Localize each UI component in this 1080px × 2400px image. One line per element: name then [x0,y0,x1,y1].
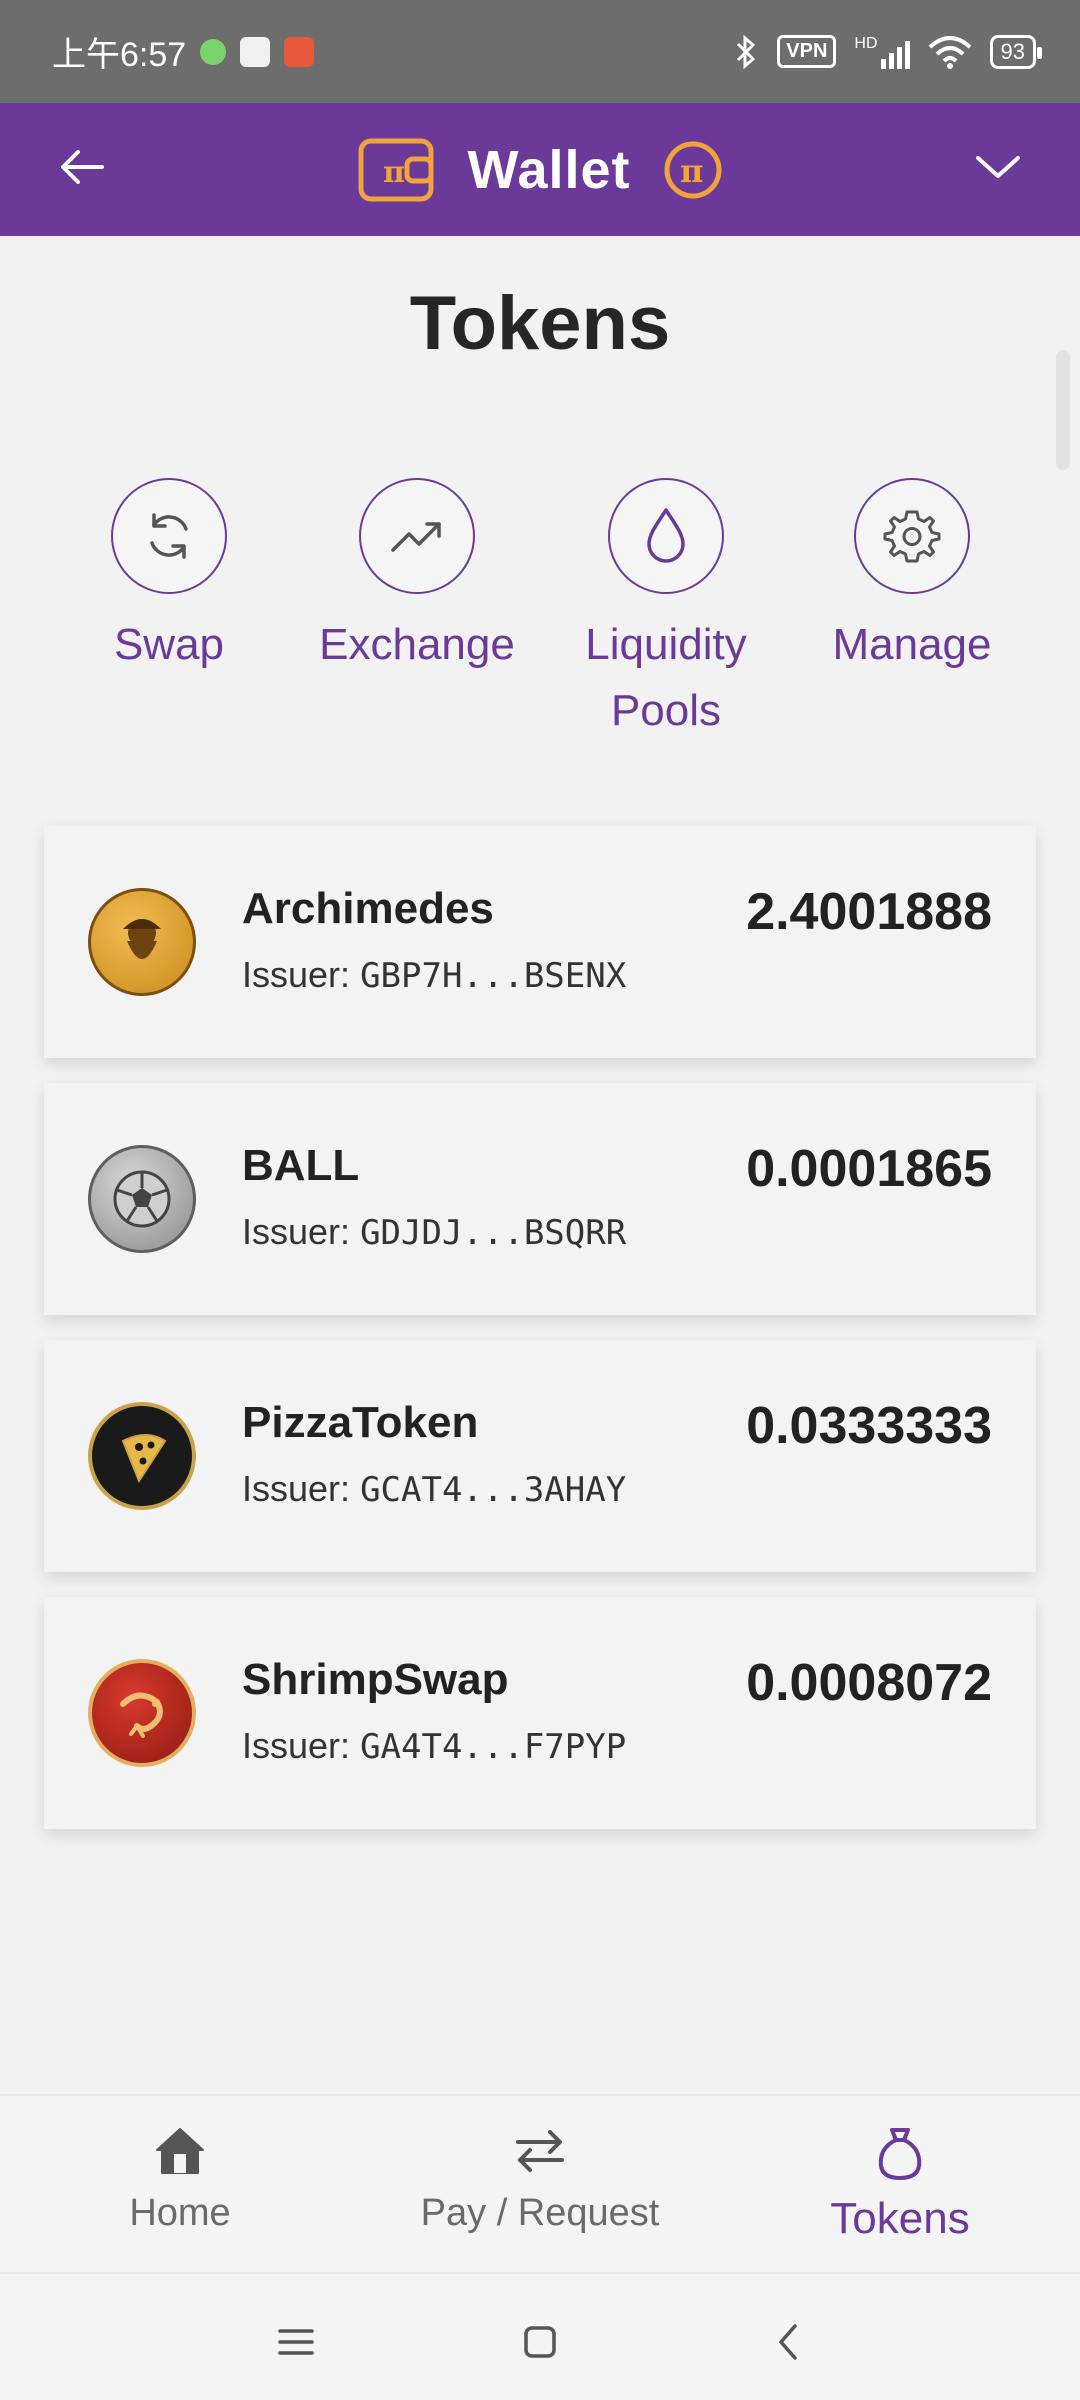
pi-coin-icon: π [664,141,722,198]
chevron-left-icon [779,2324,797,2360]
header-title: Wallet [467,139,631,200]
app-notification-icon-2 [284,36,315,67]
bluetooth-icon [737,34,756,69]
svg-text:π: π [383,155,405,190]
pizzatoken-logo [88,1402,196,1510]
token-balance: 0.0333333 [746,1397,992,1455]
wallet-icon: π [358,138,434,201]
svg-text:π: π [680,152,703,190]
status-left: 上午6:57 [52,27,315,76]
bottom-nav: Home Pay / Request Tokens [0,2094,1080,2272]
arrow-left-icon [61,150,104,184]
pizza-slice-icon [121,1434,167,1484]
token-issuer: Issuer: GA4T4...F7PYP [242,1725,626,1767]
issuer-prefix: Issuer: [242,1211,351,1252]
issuer-address: GBP7H...BSENX [360,956,627,996]
app-notification-icon [240,36,271,67]
token-actions: Swap Exchange Liquidity Pools Manage [0,478,1080,738]
battery-indicator: 93 [989,34,1043,69]
token-balance: 2.4001888 [746,883,992,941]
status-bar: 上午6:57 VPN HD 93 [0,0,1080,103]
manage-action[interactable]: Manage [797,478,1027,678]
soccer-ball-icon [113,1170,171,1228]
token-row-archimedes[interactable]: Archimedes Issuer: GBP7H...BSENX 2.40018… [44,826,1036,1058]
app-header: π Wallet π [0,103,1080,236]
exchange-action[interactable]: Exchange [302,478,532,678]
status-time: 上午6:57 [52,36,187,74]
swap-action[interactable]: Swap [54,478,284,678]
issuer-prefix: Issuer: [242,954,351,995]
liquidity-pools-button[interactable] [608,478,724,594]
chevron-down-icon [976,156,1020,178]
bearded-man-icon [123,919,161,959]
vpn-badge: VPN [777,35,837,68]
token-balance: 0.0008072 [746,1654,992,1712]
token-issuer: Issuer: GCAT4...3AHAY [242,1468,626,1510]
bag-icon [878,2128,922,2180]
token-row-pizzatoken[interactable]: PizzaToken Issuer: GCAT4...3AHAY 0.03333… [44,1340,1036,1572]
gear-icon [883,510,941,563]
nav-pay-request[interactable]: Pay / Request [390,2126,690,2235]
header-menu-button[interactable] [966,135,1030,199]
menu-icon [278,2329,314,2355]
signal-icon: HD [854,34,910,69]
manage-label: Manage [832,620,992,669]
system-menu-button[interactable] [266,2312,326,2372]
scrollbar[interactable] [1056,350,1070,470]
nav-tokens[interactable]: Tokens [750,2126,1050,2244]
swap-label: Swap [113,620,225,669]
wechat-icon [200,38,227,65]
nav-pay-request-label: Pay / Request [420,2192,660,2234]
token-row-shrimpswap[interactable]: ShrimpSwap Issuer: GA4T4...F7PYP 0.00080… [44,1597,1036,1829]
shrimpswap-logo [88,1659,196,1767]
home-icon [156,2128,204,2174]
status-right: VPN HD 93 [733,34,1043,70]
liquidity-pools-action[interactable]: Liquidity Pools [551,478,781,744]
token-issuer: Issuer: GBP7H...BSENX [242,954,626,996]
exchange-label: Exchange [319,620,515,669]
token-row-ball[interactable]: BALL Issuer: GDJDJ...BSQRR 0.0001865 [44,1083,1036,1315]
ball-logo [88,1145,196,1253]
system-home-button[interactable] [510,2312,570,2372]
token-issuer: Issuer: GDJDJ...BSQRR [242,1211,626,1253]
page-title: Tokens [409,281,671,366]
exchange-button[interactable] [359,478,475,594]
system-nav-bar [0,2272,1080,2400]
refresh-icon [150,513,188,559]
nav-tokens-label: Tokens [830,2194,970,2243]
system-back-button[interactable] [758,2312,818,2372]
issuer-prefix: Issuer: [242,1725,351,1766]
token-name: BALL [242,1141,360,1190]
issuer-address: GCAT4...3AHAY [360,1470,627,1510]
nav-home[interactable]: Home [30,2126,330,2235]
shrimp-icon [120,1692,163,1738]
token-balance: 0.0001865 [746,1140,992,1198]
token-name: Archimedes [242,884,494,933]
nav-home-label: Home [129,2192,231,2234]
back-button[interactable] [50,135,114,199]
swap-button[interactable] [111,478,227,594]
hd-label: HD [854,34,878,52]
wifi-icon [928,35,971,69]
header-title-group: π Wallet π [357,135,722,205]
droplet-icon [647,508,685,563]
token-name: PizzaToken [242,1398,479,1447]
issuer-address: GA4T4...F7PYP [360,1727,627,1767]
liquidity-pools-label: Liquidity Pools [585,620,747,735]
token-name: ShrimpSwap [242,1655,509,1704]
manage-button[interactable] [854,478,970,594]
issuer-prefix: Issuer: [242,1468,351,1509]
transfer-icon [516,2130,564,2172]
trending-up-icon [391,522,441,552]
issuer-address: GDJDJ...BSQRR [360,1213,627,1253]
square-icon [524,2326,556,2358]
archimedes-logo [88,888,196,996]
